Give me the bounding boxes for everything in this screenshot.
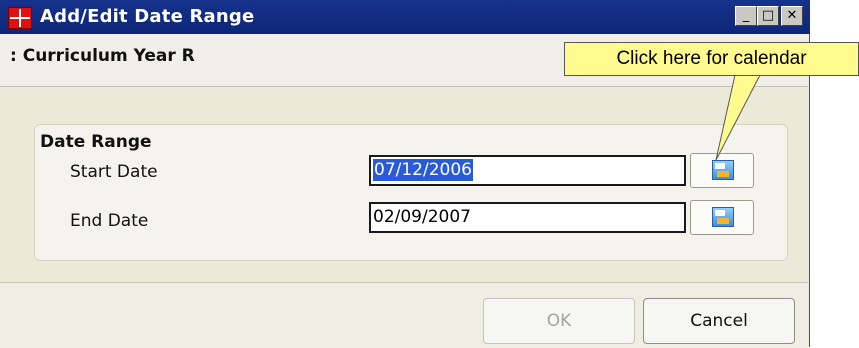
start-date-input[interactable]: 07/12/2006 bbox=[369, 155, 686, 186]
calendar-tooltip-callout: Click here for calendar bbox=[564, 42, 859, 76]
maximize-button[interactable]: □ bbox=[757, 6, 779, 26]
minimize-button[interactable]: _ bbox=[735, 6, 757, 26]
app-grid-icon bbox=[8, 7, 32, 29]
start-date-label: Start Date bbox=[70, 162, 158, 182]
window-title: Add/Edit Date Range bbox=[40, 6, 255, 27]
calendar-icon bbox=[712, 160, 734, 180]
curriculum-year-label: : Curriculum Year R bbox=[10, 46, 195, 66]
date-range-title: Date Range bbox=[40, 132, 152, 152]
calendar-icon bbox=[712, 207, 734, 227]
end-date-input[interactable]: 02/09/2007 bbox=[369, 202, 686, 233]
title-bar[interactable]: Add/Edit Date Range _ □ ✕ bbox=[0, 0, 810, 34]
end-date-calendar-button[interactable] bbox=[690, 200, 754, 235]
cancel-button[interactable]: Cancel bbox=[643, 298, 795, 344]
start-date-calendar-button[interactable] bbox=[690, 153, 754, 188]
close-button[interactable]: ✕ bbox=[781, 6, 803, 26]
start-date-value: 07/12/2006 bbox=[373, 159, 473, 181]
end-date-value: 02/09/2007 bbox=[373, 207, 471, 227]
ok-button[interactable]: OK bbox=[483, 298, 635, 344]
end-date-label: End Date bbox=[70, 211, 149, 231]
